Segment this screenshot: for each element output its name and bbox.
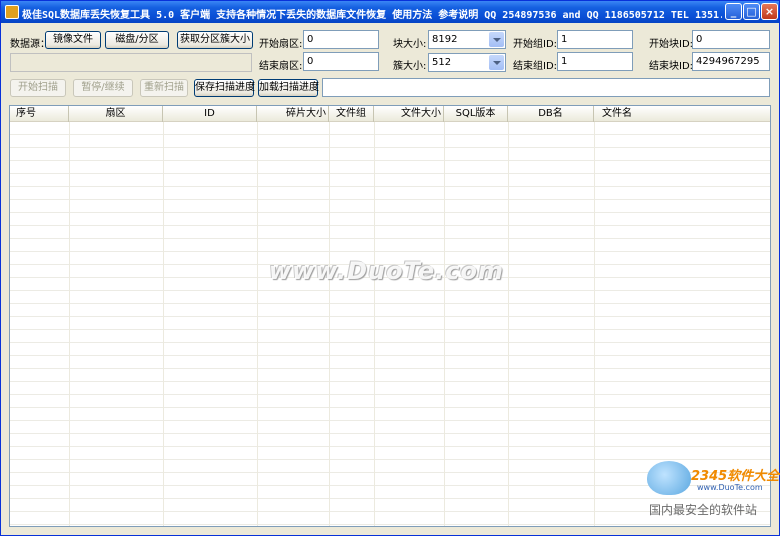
cluster-size-select[interactable]: 512 (428, 53, 506, 72)
end-sector-input[interactable]: 0 (303, 52, 379, 71)
start-group-label: 开始组ID: (513, 39, 558, 50)
rescan-button[interactable]: 重新扫描 (140, 79, 188, 97)
load-progress-button[interactable]: 加载扫描进度 (258, 79, 319, 97)
column-divider (257, 122, 258, 526)
start-block-input[interactable]: 0 (692, 30, 770, 49)
table-header: 序号 扇区 ID 碎片大小 文件组 文件大小 SQL版本 DB名 文件名 (10, 106, 770, 122)
path-display (10, 53, 252, 72)
image-file-button[interactable]: 镜像文件 (45, 31, 101, 49)
column-header-file-size[interactable]: 文件大小 (374, 106, 444, 122)
column-divider (163, 122, 164, 526)
window-title: 极佳SQL数据库丢失恢复工具 5.0 客户端 支持各种情况下丢失的数据库文件恢复… (22, 10, 722, 21)
column-divider (444, 122, 445, 526)
column-header-id[interactable]: ID (163, 106, 257, 122)
title-bar[interactable]: 极佳SQL数据库丢失恢复工具 5.0 客户端 支持各种情况下丢失的数据库文件恢复… (1, 1, 779, 23)
cluster-size-value: 512 (432, 57, 452, 68)
maximize-button[interactable]: □ (743, 3, 760, 20)
status-field (322, 78, 770, 97)
start-sector-input[interactable]: 0 (303, 30, 379, 49)
minimize-button[interactable]: _ (725, 3, 742, 20)
pause-continue-button[interactable]: 暂停/继续 (73, 79, 133, 97)
disk-partition-button[interactable]: 磁盘/分区 (105, 31, 169, 49)
chevron-down-icon[interactable] (489, 32, 504, 47)
column-header-file-name[interactable]: 文件名 (594, 106, 770, 122)
cloud-mascot-icon (647, 461, 691, 495)
end-sector-label: 结束扇区: (259, 61, 303, 72)
start-block-label: 开始块ID: (649, 39, 694, 50)
cluster-size-label: 簇大小: (393, 61, 427, 72)
end-block-input[interactable]: 4294967295 (692, 52, 770, 71)
brand-name: 2345软件大全 (691, 469, 780, 484)
block-size-select[interactable]: 8192 (428, 30, 506, 49)
brand-slogan: 国内最安全的软件站 (649, 503, 758, 517)
column-header-index[interactable]: 序号 (10, 106, 69, 122)
column-divider (508, 122, 509, 526)
main-window: 极佳SQL数据库丢失恢复工具 5.0 客户端 支持各种情况下丢失的数据库文件恢复… (0, 0, 780, 536)
get-cluster-size-button[interactable]: 获取分区簇大小 (177, 31, 253, 49)
column-header-db-name[interactable]: DB名 (508, 106, 594, 122)
column-divider (329, 122, 330, 526)
block-size-value: 8192 (432, 34, 458, 45)
end-group-input[interactable]: 1 (557, 52, 633, 71)
save-progress-button[interactable]: 保存扫描进度 (194, 79, 255, 97)
column-divider (69, 122, 70, 526)
end-group-label: 结束组ID: (513, 61, 558, 72)
column-header-file-group[interactable]: 文件组 (329, 106, 374, 122)
column-divider (594, 122, 595, 526)
datasource-label: 数据源： (10, 39, 50, 50)
end-block-label: 结束块ID: (649, 61, 694, 72)
start-sector-label: 开始扇区: (259, 39, 303, 50)
start-scan-button[interactable]: 开始扫描 (10, 79, 66, 97)
block-size-label: 块大小: (393, 39, 427, 50)
app-icon (5, 5, 19, 19)
column-divider (374, 122, 375, 526)
close-button[interactable]: × (761, 3, 778, 20)
brand-logo: 2345软件大全 www.DuoTe.com 国内最安全的软件站 (641, 459, 779, 519)
watermark: www.DuoTe.com (269, 257, 504, 285)
column-header-fragment-size[interactable]: 碎片大小 (257, 106, 329, 122)
start-group-input[interactable]: 1 (557, 30, 633, 49)
column-header-sector[interactable]: 扇区 (69, 106, 163, 122)
chevron-down-icon[interactable] (489, 55, 504, 70)
brand-url: www.DuoTe.com (697, 483, 763, 492)
column-header-sql-version[interactable]: SQL版本 (444, 106, 508, 122)
